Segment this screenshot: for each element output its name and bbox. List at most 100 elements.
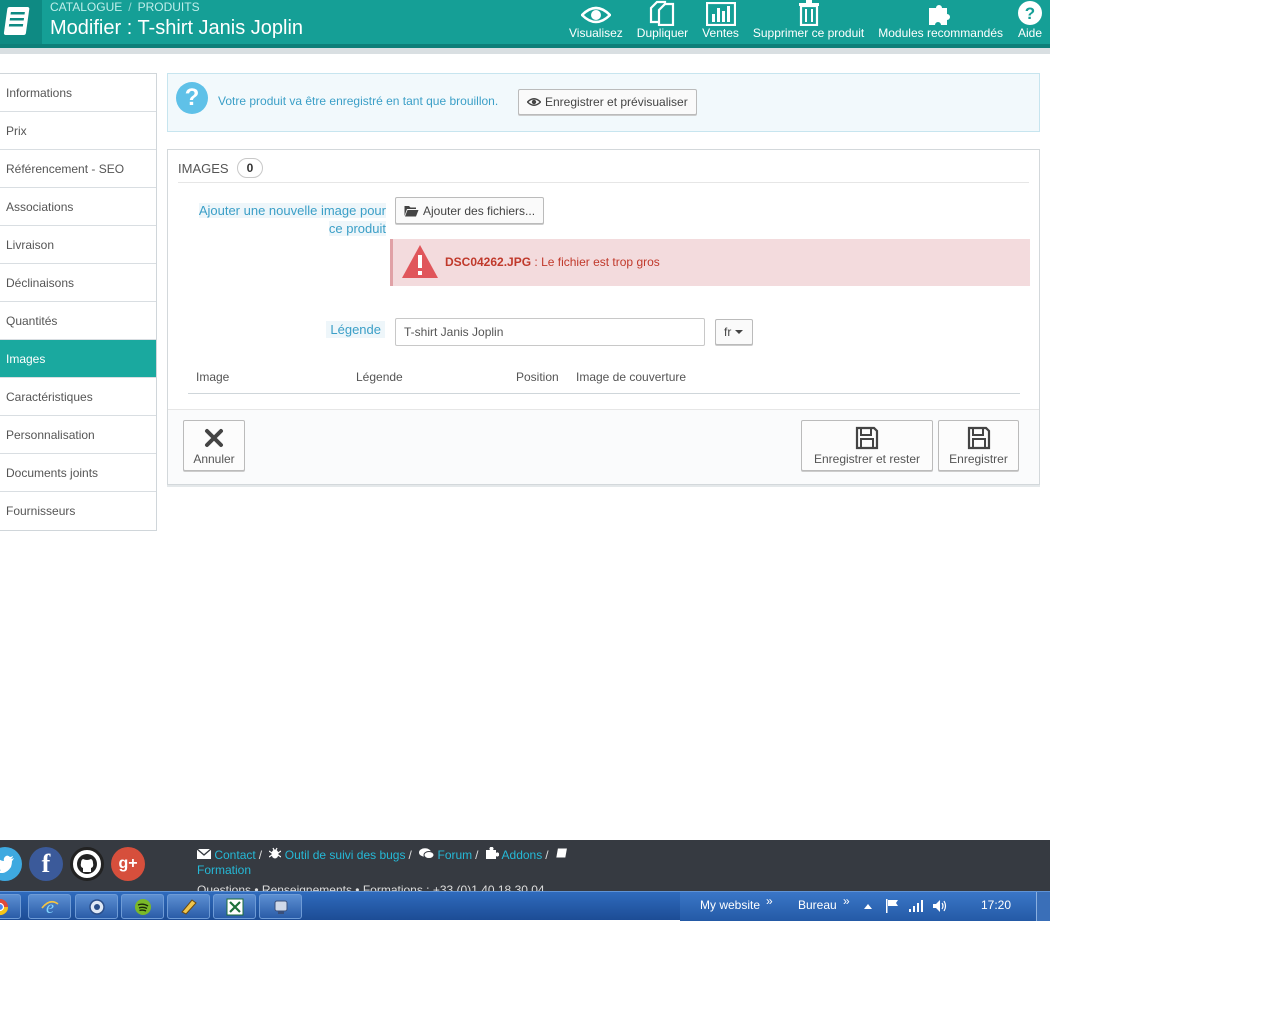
save-and-preview-button[interactable]: Enregistrer et prévisualiser	[518, 89, 697, 115]
delete-product-label: Supprimer ce produit	[752, 26, 865, 40]
tray-arrow-up-icon[interactable]	[864, 898, 872, 912]
upload-error-message: DSC04262.JPG : Le fichier est trop gros	[445, 255, 660, 269]
sidebar-item-seo[interactable]: Référencement - SEO	[0, 150, 156, 188]
sales-button[interactable]: Ventes	[695, 0, 746, 40]
svg-text:e: e	[46, 898, 54, 916]
footer-link-forum[interactable]: Forum	[438, 848, 473, 862]
twitter-icon[interactable]	[0, 847, 22, 881]
windows-taskbar: e My website » Bureau » 17:20	[0, 891, 1050, 921]
sidebar-item-associations[interactable]: Associations	[0, 188, 156, 226]
column-legend: Légende	[356, 370, 403, 384]
draft-message: Votre produit va être enregistré en tant…	[218, 94, 499, 108]
floppy-disk-icon	[855, 426, 879, 450]
sidebar-item-fournisseurs[interactable]: Fournisseurs	[0, 492, 156, 530]
spotify-icon[interactable]	[121, 894, 164, 919]
draft-alert: ? Votre produit va être enregistré en ta…	[167, 73, 1040, 132]
footer-link-bug-tracker[interactable]: Outil de suivi des bugs	[285, 848, 406, 862]
divider	[178, 182, 1029, 183]
duplicate-button[interactable]: Dupliquer	[630, 0, 695, 40]
toolbar: Visualisez Dupliquer Ventes Supprimer ce…	[562, 0, 1050, 44]
github-icon[interactable]	[70, 847, 104, 881]
breadcrumb-catalogue[interactable]: CATALOGUE	[50, 0, 122, 14]
google-plus-icon[interactable]: g+	[111, 847, 145, 881]
legend-input[interactable]	[395, 318, 705, 346]
volume-icon[interactable]	[932, 899, 948, 916]
sidebar-item-personnalisation[interactable]: Personnalisation	[0, 416, 156, 454]
error-filename: DSC04262.JPG	[445, 255, 532, 269]
sidebar-item-declinaisons[interactable]: Déclinaisons	[0, 264, 156, 302]
footer-link-contact[interactable]: Contact	[214, 848, 255, 862]
caret-down-icon	[735, 330, 744, 334]
sidebar-item-quantites[interactable]: Quantités	[0, 302, 156, 340]
sidebar-item-images[interactable]: Images	[0, 340, 156, 378]
eye-icon	[580, 0, 611, 26]
taskbar-my-website[interactable]: My website	[700, 898, 760, 912]
question-circle-icon: ?	[176, 82, 208, 114]
puzzle-icon	[485, 846, 500, 859]
header-bar: CATALOGUE / PRODUITS Modifier : T-shirt Ja…	[0, 0, 1050, 46]
close-icon	[204, 426, 224, 450]
save-and-preview-label: Enregistrer et prévisualiser	[545, 95, 688, 109]
add-files-button[interactable]: Ajouter des fichiers...	[395, 197, 545, 224]
chevron-right-icon[interactable]: »	[843, 894, 850, 908]
svg-text:?: ?	[1025, 4, 1035, 23]
recommended-modules-button[interactable]: Modules recommandés	[871, 0, 1010, 40]
add-image-label: Ajouter une nouvelle image pour ce produ…	[186, 202, 386, 238]
save-button[interactable]: Enregistrer	[938, 420, 1019, 471]
save-and-stay-label: Enregistrer et rester	[813, 451, 921, 466]
app-settings-icon[interactable]	[259, 894, 302, 919]
app-globe-icon[interactable]	[75, 894, 118, 919]
sidebar-item-prix[interactable]: Prix	[0, 112, 156, 150]
panel-footer: Annuler Enregistrer et rester Enregistre…	[168, 409, 1039, 484]
images-table-header: Image Légende Position Image de couvertu…	[188, 368, 1020, 394]
folder-open-icon	[404, 205, 419, 216]
app-pencil-icon[interactable]	[167, 894, 210, 919]
save-and-stay-button[interactable]: Enregistrer et rester	[801, 420, 933, 471]
footer-link-addons[interactable]: Addons	[502, 848, 543, 862]
sales-label: Ventes	[702, 26, 739, 40]
images-panel: IMAGES 0 Ajouter une nouvelle image pour…	[167, 149, 1040, 485]
help-label: Aide	[1017, 26, 1043, 40]
error-text: : Le fichier est trop gros	[531, 255, 660, 269]
preview-label: Visualisez	[568, 26, 623, 40]
taskbar-desktop[interactable]: Bureau	[798, 898, 837, 912]
language-value: fr	[724, 325, 732, 339]
header-shadow	[0, 48, 1050, 54]
sidebar-item-informations[interactable]: Informations	[0, 74, 156, 112]
show-desktop-button[interactable]	[1036, 892, 1050, 921]
action-center-flag-icon[interactable]	[885, 899, 899, 916]
sidebar-item-caracteristiques[interactable]: Caractéristiques	[0, 378, 156, 416]
cancel-label: Annuler	[193, 451, 235, 466]
catalog-logo-icon[interactable]	[0, 0, 42, 44]
preview-button[interactable]: Visualisez	[562, 0, 630, 40]
breadcrumb-produits[interactable]: PRODUITS	[138, 0, 200, 14]
delete-product-button[interactable]: Supprimer ce produit	[746, 0, 871, 40]
internet-explorer-icon[interactable]: e	[28, 894, 71, 919]
warning-icon	[402, 245, 438, 278]
images-panel-heading: IMAGES 0	[178, 158, 264, 178]
language-dropdown[interactable]: fr	[715, 319, 754, 345]
recommended-modules-label: Modules recommandés	[878, 26, 1003, 40]
excel-icon[interactable]	[213, 894, 256, 919]
sidebar-item-documents-joints[interactable]: Documents joints	[0, 454, 156, 492]
trash-icon	[798, 0, 820, 26]
taskbar-tray: My website » Bureau » 17:20	[680, 892, 1050, 921]
help-button[interactable]: ? Aide	[1010, 0, 1050, 40]
cancel-button[interactable]: Annuler	[183, 420, 245, 471]
add-files-label: Ajouter des fichiers...	[423, 203, 536, 218]
floppy-disk-icon	[967, 426, 991, 450]
copy-icon	[648, 0, 676, 26]
facebook-icon[interactable]: f	[29, 847, 63, 881]
breadcrumb-separator: /	[128, 0, 132, 14]
network-signal-icon[interactable]	[908, 900, 924, 915]
sidebar-item-livraison[interactable]: Livraison	[0, 226, 156, 264]
taskbar-clock[interactable]: 17:20	[981, 898, 1011, 912]
legend-label: Légende	[323, 321, 385, 338]
chrome-icon[interactable]	[0, 894, 21, 919]
product-tabs-sidebar: Informations Prix Référencement - SEO As…	[0, 73, 157, 531]
column-position: Position	[516, 370, 559, 384]
help-icon: ?	[1017, 0, 1043, 26]
chevron-right-icon[interactable]: »	[766, 894, 773, 908]
footer-link-formation[interactable]: Formation	[197, 863, 251, 877]
column-image: Image	[196, 370, 230, 384]
